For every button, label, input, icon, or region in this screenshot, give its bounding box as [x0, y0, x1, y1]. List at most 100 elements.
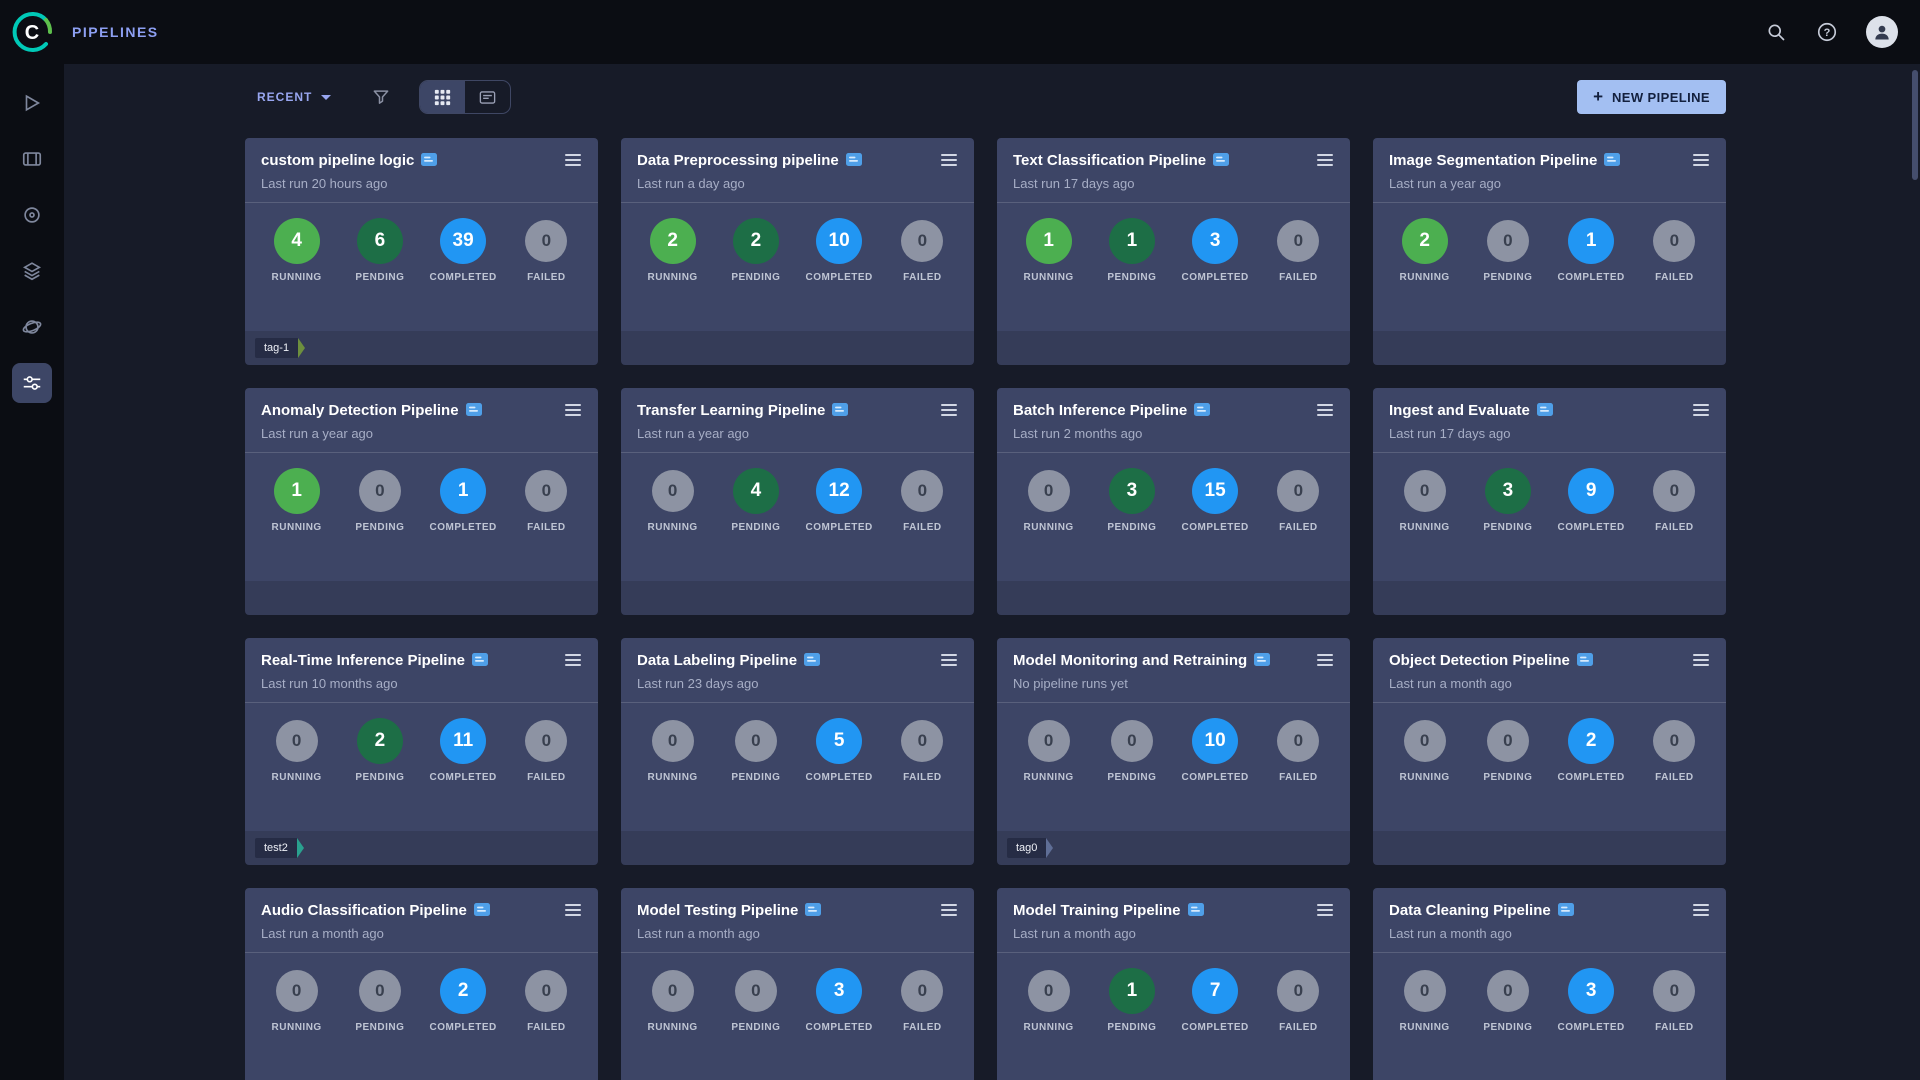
- scrollbar-thumb[interactable]: [1912, 70, 1918, 180]
- sort-dropdown[interactable]: RECENT: [257, 90, 331, 104]
- run-stats: 2 RUNNING 0 PENDING 1 COMPLETED 0 FAILED: [1373, 203, 1726, 283]
- help-button[interactable]: ?: [1814, 19, 1840, 45]
- run-stats: 0 RUNNING 3 PENDING 15 COMPLETED 0 FAILE…: [997, 453, 1350, 533]
- hamburger-icon: [565, 154, 581, 156]
- stat-running: 0 RUNNING: [1007, 967, 1090, 1033]
- failed-count-badge: 0: [901, 470, 943, 512]
- completed-count-badge: 3: [1568, 968, 1614, 1014]
- card-menu-button[interactable]: [1692, 401, 1710, 419]
- last-run-text: Last run a month ago: [1013, 926, 1334, 941]
- pipeline-card[interactable]: Model Training Pipeline Last run a month…: [997, 888, 1350, 1080]
- user-avatar-icon: [1872, 22, 1892, 42]
- completed-count-badge: 12: [816, 468, 862, 514]
- card-menu-button[interactable]: [1692, 151, 1710, 169]
- card-menu-button[interactable]: [564, 151, 582, 169]
- sidebar-item-applications[interactable]: [12, 307, 52, 347]
- sidebar-item-model-endpoints[interactable]: [12, 195, 52, 235]
- pipeline-card[interactable]: Data Preprocessing pipeline Last run a d…: [621, 138, 974, 365]
- sidebar-item-projects[interactable]: [12, 83, 52, 123]
- pipeline-card[interactable]: Anomaly Detection Pipeline Last run a ye…: [245, 388, 598, 615]
- pipeline-card[interactable]: Text Classification Pipeline Last run 17…: [997, 138, 1350, 365]
- card-menu-button[interactable]: [940, 401, 958, 419]
- card-footer: [1373, 581, 1726, 615]
- project-icon: [804, 653, 820, 667]
- stat-completed: 10 COMPLETED: [798, 217, 881, 283]
- last-run-text: Last run 17 days ago: [1389, 426, 1710, 441]
- completed-count-badge: 1: [1568, 218, 1614, 264]
- sidebar-item-datasets[interactable]: [12, 139, 52, 179]
- failed-count-badge: 0: [525, 220, 567, 262]
- stat-completed: 3 COMPLETED: [798, 967, 881, 1033]
- pipeline-card[interactable]: Data Labeling Pipeline Last run 23 days …: [621, 638, 974, 865]
- pipeline-card[interactable]: Ingest and Evaluate Last run 17 days ago…: [1373, 388, 1726, 615]
- pipeline-card[interactable]: Model Testing Pipeline Last run a month …: [621, 888, 974, 1080]
- pipeline-card[interactable]: Transfer Learning Pipeline Last run a ye…: [621, 388, 974, 615]
- project-icon: [472, 653, 488, 667]
- card-menu-button[interactable]: [1316, 651, 1334, 669]
- failed-label: FAILED: [1279, 772, 1318, 783]
- user-avatar[interactable]: [1866, 16, 1898, 48]
- card-footer: [1373, 331, 1726, 365]
- pipeline-card[interactable]: Audio Classification Pipeline Last run a…: [245, 888, 598, 1080]
- clearml-logo-icon: C: [10, 10, 54, 54]
- tag-chip[interactable]: tag-1: [255, 338, 305, 358]
- card-menu-button[interactable]: [940, 151, 958, 169]
- card-menu-button[interactable]: [564, 901, 582, 919]
- completed-label: COMPLETED: [1181, 1022, 1248, 1033]
- card-menu-button[interactable]: [1692, 651, 1710, 669]
- pipeline-card[interactable]: Image Segmentation Pipeline Last run a y…: [1373, 138, 1726, 365]
- pending-label: PENDING: [731, 522, 780, 533]
- pending-count-badge: 0: [1111, 720, 1153, 762]
- new-pipeline-button[interactable]: + NEW PIPELINE: [1577, 80, 1726, 114]
- pipeline-title: Ingest and Evaluate: [1389, 402, 1530, 419]
- tag-chip[interactable]: tag0: [1007, 838, 1053, 858]
- card-menu-button[interactable]: [1316, 151, 1334, 169]
- card-footer: [621, 831, 974, 865]
- card-menu-button[interactable]: [564, 401, 582, 419]
- card-header: Model Monitoring and Retraining No pipel…: [997, 638, 1350, 691]
- pipeline-card[interactable]: Model Monitoring and Retraining No pipel…: [997, 638, 1350, 865]
- stat-completed: 5 COMPLETED: [798, 717, 881, 783]
- hamburger-icon: [1317, 654, 1333, 656]
- run-stats: 1 RUNNING 0 PENDING 1 COMPLETED 0 FAILED: [245, 453, 598, 533]
- project-icon: [1254, 653, 1270, 667]
- card-menu-button[interactable]: [940, 651, 958, 669]
- stat-running: 0 RUNNING: [1383, 467, 1466, 533]
- clearml-logo[interactable]: C: [9, 9, 55, 55]
- pending-label: PENDING: [1483, 272, 1532, 283]
- stat-failed: 0 FAILED: [1633, 717, 1716, 783]
- card-menu-button[interactable]: [940, 901, 958, 919]
- last-run-text: Last run a month ago: [1389, 676, 1710, 691]
- pipeline-card[interactable]: Batch Inference Pipeline Last run 2 mont…: [997, 388, 1350, 615]
- pipeline-card[interactable]: Real-Time Inference Pipeline Last run 10…: [245, 638, 598, 865]
- running-count-badge: 0: [652, 720, 694, 762]
- sidebar-item-orchestration[interactable]: [12, 251, 52, 291]
- tag-chip[interactable]: test2: [255, 838, 304, 858]
- search-button[interactable]: [1764, 20, 1788, 44]
- grid-view-button[interactable]: [420, 81, 465, 113]
- svg-text:C: C: [25, 22, 39, 44]
- failed-count-badge: 0: [1653, 720, 1695, 762]
- completed-count-badge: 15: [1192, 468, 1238, 514]
- card-header: Image Segmentation Pipeline Last run a y…: [1373, 138, 1726, 191]
- stat-completed: 2 COMPLETED: [1550, 717, 1633, 783]
- pipeline-card[interactable]: custom pipeline logic Last run 20 hours …: [245, 138, 598, 365]
- pipeline-card[interactable]: Data Cleaning Pipeline Last run a month …: [1373, 888, 1726, 1080]
- pending-label: PENDING: [1107, 272, 1156, 283]
- pending-count-badge: 6: [357, 218, 403, 264]
- stat-failed: 0 FAILED: [505, 217, 588, 283]
- card-view-button[interactable]: [465, 81, 510, 113]
- completed-count-badge: 10: [1192, 718, 1238, 764]
- pipeline-card[interactable]: Object Detection Pipeline Last run a mon…: [1373, 638, 1726, 865]
- card-footer: tag-1: [245, 331, 598, 365]
- card-header: Object Detection Pipeline Last run a mon…: [1373, 638, 1726, 691]
- card-menu-button[interactable]: [1692, 901, 1710, 919]
- card-menu-button[interactable]: [1316, 401, 1334, 419]
- filter-button[interactable]: [369, 85, 393, 109]
- card-menu-button[interactable]: [1316, 901, 1334, 919]
- pending-label: PENDING: [355, 772, 404, 783]
- failed-count-badge: 0: [901, 220, 943, 262]
- sidebar-item-pipelines[interactable]: [12, 363, 52, 403]
- running-count-badge: 0: [276, 720, 318, 762]
- card-menu-button[interactable]: [564, 651, 582, 669]
